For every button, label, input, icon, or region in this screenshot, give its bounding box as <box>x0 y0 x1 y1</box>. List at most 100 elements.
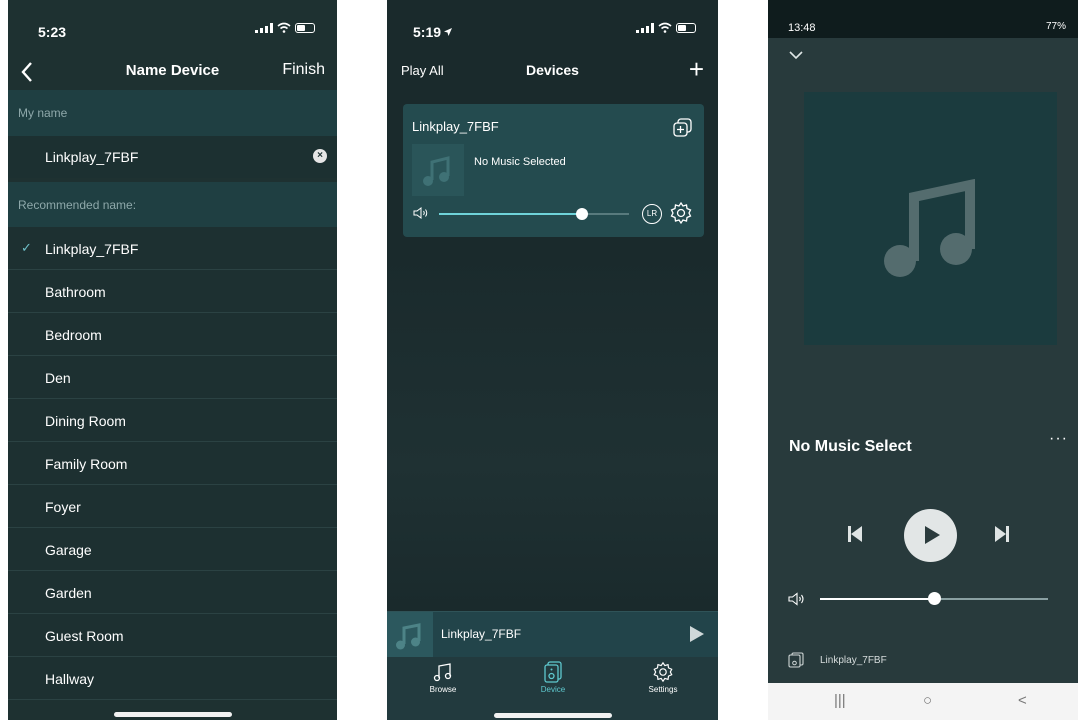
add-device-button[interactable]: + <box>689 54 704 85</box>
battery-icon <box>676 22 696 33</box>
play-button[interactable] <box>904 509 957 562</box>
location-arrow-icon <box>444 28 452 36</box>
wifi-icon <box>658 22 672 33</box>
song-title: No Music Select <box>789 438 912 455</box>
finish-button[interactable]: Finish <box>282 61 325 79</box>
gear-icon[interactable] <box>669 201 693 225</box>
status-time: 5:23 <box>38 24 67 40</box>
next-track-icon[interactable] <box>994 525 1010 543</box>
my-name-section-label: My name <box>8 90 337 136</box>
now-playing-screen: 13:48 77% No Music Select ··· Linkplay_7… <box>768 0 1078 720</box>
music-note-icon <box>423 156 450 186</box>
recommended-name-item[interactable]: Garden <box>8 571 337 614</box>
recommended-name-item[interactable]: Family Room <box>8 442 337 485</box>
recommended-name-label: Dining Room <box>45 413 126 429</box>
status-bar: 5:23 <box>8 0 337 44</box>
more-options-button[interactable]: ··· <box>1049 430 1068 448</box>
volume-slider-handle[interactable] <box>928 592 941 605</box>
volume-slider-handle[interactable] <box>575 208 588 220</box>
signal-icon <box>636 22 654 33</box>
music-note-icon <box>884 179 975 277</box>
page-title: Devices <box>526 62 579 78</box>
devices-screen: 5:19 Play All Devices + Linkplay_7FBF No… <box>387 0 718 720</box>
volume-icon[interactable] <box>413 207 429 219</box>
clear-icon[interactable]: × <box>313 149 327 163</box>
play-icon[interactable] <box>690 626 704 642</box>
album-art <box>804 92 1057 345</box>
recommended-name-item[interactable]: Hallway <box>8 657 337 700</box>
status-time: 13:48 <box>788 22 816 34</box>
mini-player-device-name: Linkplay_7FBF <box>441 627 522 641</box>
home-indicator <box>114 712 232 717</box>
recommended-name-label: Hallway <box>45 671 95 687</box>
speaker-icon <box>788 652 804 668</box>
album-art-thumbnail <box>412 144 464 196</box>
speaker-icon <box>544 661 562 683</box>
volume-slider[interactable] <box>820 592 1048 605</box>
signal-icon <box>255 22 273 33</box>
volume-slider[interactable] <box>439 208 629 220</box>
back-button[interactable]: < <box>1018 692 1027 709</box>
tab-bar: Browse Device Settings <box>387 657 718 720</box>
recommended-name-item[interactable]: Guest Room <box>8 614 337 657</box>
tab-label: Settings <box>648 685 678 694</box>
device-card[interactable]: Linkplay_7FBF No Music Selected LR <box>403 104 704 237</box>
music-note-icon <box>396 623 421 650</box>
recommended-name-label: Garden <box>45 585 92 601</box>
recommended-name-label: Linkplay_7FBF <box>45 241 139 257</box>
recommended-name-item[interactable]: Garage <box>8 528 337 571</box>
previous-track-icon[interactable] <box>847 525 863 543</box>
recommended-name-label: Family Room <box>45 456 128 472</box>
recommended-name-label: Bedroom <box>45 327 102 343</box>
tab-browse[interactable]: Browse <box>403 661 483 694</box>
recommended-name-item[interactable]: Dining Room <box>8 399 337 442</box>
tab-settings[interactable]: Settings <box>623 661 703 694</box>
chevron-down-icon[interactable] <box>788 50 804 60</box>
recommended-name-item[interactable]: ✓ Linkplay_7FBF <box>8 227 337 270</box>
volume-slider-fill <box>439 213 582 215</box>
home-indicator <box>494 713 612 718</box>
status-icons <box>255 22 315 33</box>
recommended-name-item[interactable]: Den <box>8 356 337 399</box>
name-device-screen: 5:23 Name Device Finish My name Linkplay… <box>8 0 337 720</box>
recommended-section-label: Recommended name: <box>8 182 337 228</box>
status-bar: 13:48 77% <box>768 0 1078 38</box>
tab-label: Browse <box>429 685 457 694</box>
battery-icon <box>295 22 315 33</box>
recommended-name-label: Garage <box>45 542 92 558</box>
recommended-name-label: Guest Room <box>45 628 124 644</box>
recommended-name-label: Den <box>45 370 71 386</box>
lr-channel-button[interactable]: LR <box>642 204 662 224</box>
mini-player[interactable]: Linkplay_7FBF <box>387 611 718 658</box>
device-name: Linkplay_7FBF <box>412 119 499 134</box>
status-time: 5:19 <box>413 24 442 40</box>
recents-button[interactable]: ||| <box>834 692 846 709</box>
recommended-name-label: Bathroom <box>45 284 106 300</box>
checkmark-icon: ✓ <box>21 240 32 255</box>
nav-bar: Name Device Finish <box>8 50 337 90</box>
group-add-icon[interactable] <box>673 118 692 137</box>
home-button[interactable]: ○ <box>923 692 932 709</box>
status-icons <box>636 22 696 33</box>
volume-icon[interactable] <box>788 592 806 606</box>
recommended-name-list: ✓ Linkplay_7FBF Bathroom Bedroom Den Dining R… <box>8 227 337 700</box>
background <box>387 250 718 610</box>
recommended-name-item[interactable]: Bathroom <box>8 270 337 313</box>
nav-bar: Play All Devices + <box>387 50 718 90</box>
device-name-value: Linkplay_7FBF <box>45 149 139 165</box>
now-playing-text: No Music Selected <box>474 156 566 168</box>
tab-label: Device <box>540 685 566 694</box>
mini-player-thumbnail <box>387 612 433 658</box>
wifi-icon <box>277 22 291 33</box>
device-name-field[interactable]: Linkplay_7FBF × <box>8 136 337 178</box>
recommended-name-item[interactable]: Bedroom <box>8 313 337 356</box>
tab-device[interactable]: Device <box>513 661 593 694</box>
status-bar: 5:19 <box>387 0 718 44</box>
device-name: Linkplay_7FBF <box>820 655 887 666</box>
status-battery-text: 77% <box>1045 21 1066 32</box>
gear-icon <box>653 661 673 683</box>
music-note-icon <box>433 663 452 682</box>
volume-slider-fill <box>820 598 934 600</box>
android-nav-bar: ||| ○ < <box>768 683 1078 720</box>
recommended-name-item[interactable]: Foyer <box>8 485 337 528</box>
